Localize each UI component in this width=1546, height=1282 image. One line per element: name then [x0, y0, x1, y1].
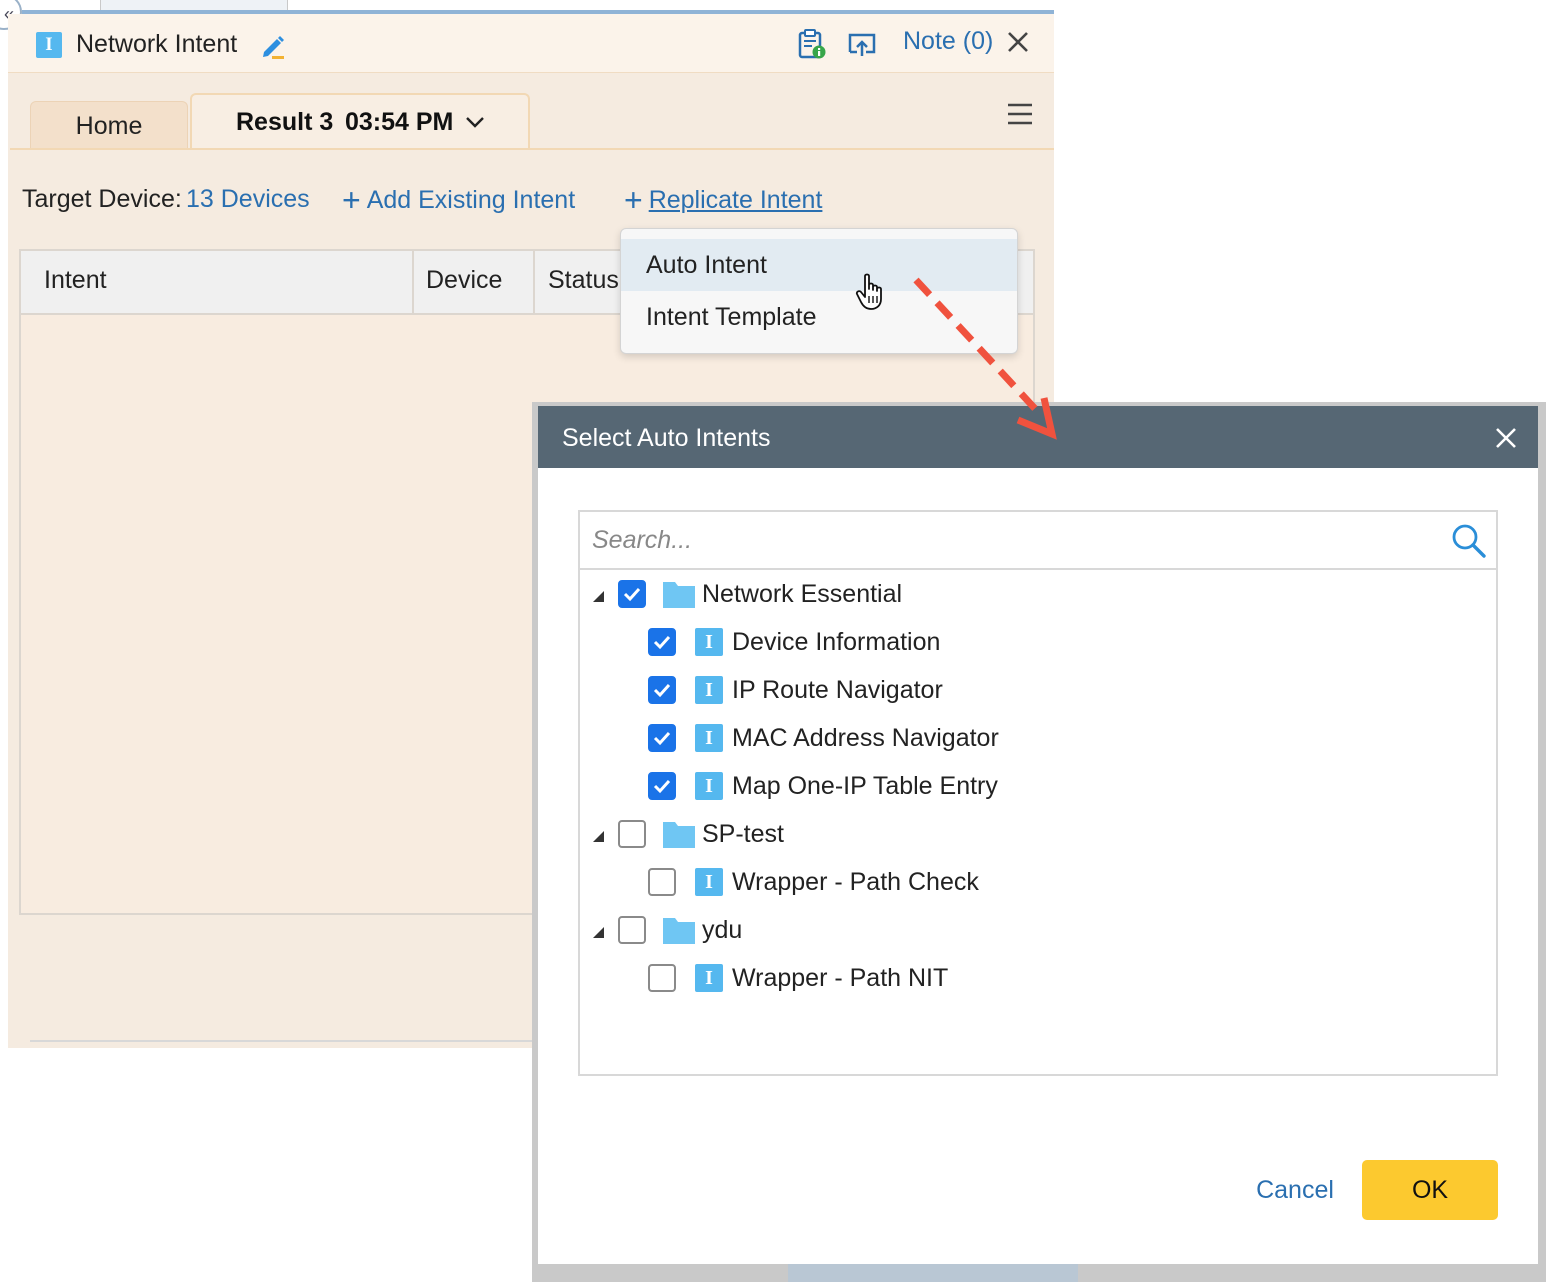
target-device-link[interactable]: 13 Devices — [186, 185, 310, 214]
target-device-label: Target Device: — [22, 185, 182, 213]
column-header-device[interactable]: Device — [426, 266, 502, 295]
checkbox-device-information[interactable] — [648, 628, 676, 656]
tree-item-label[interactable]: Map One-IP Table Entry — [732, 772, 998, 801]
collapse-triangle-icon[interactable] — [591, 829, 605, 843]
column-header-intent[interactable]: Intent — [44, 266, 107, 295]
tabs-underline — [10, 148, 1054, 150]
pencil-edit-icon[interactable] — [258, 30, 288, 60]
note-link[interactable]: Note (0) — [903, 27, 993, 56]
tree-folder-label[interactable]: SP-test — [702, 820, 784, 849]
search-icon[interactable] — [1450, 522, 1488, 560]
replicate-intent-button[interactable]: + Replicate Intent — [624, 182, 823, 218]
close-icon[interactable] — [1492, 424, 1520, 452]
checkbox-ydu[interactable] — [618, 916, 646, 944]
column-divider[interactable] — [412, 251, 414, 313]
ok-button[interactable]: OK — [1362, 1160, 1498, 1220]
tree-item-label[interactable]: MAC Address Navigator — [732, 724, 999, 753]
menu-item-intent-template[interactable]: Intent Template — [646, 303, 816, 332]
tree-item-label[interactable]: Wrapper - Path Check — [732, 868, 979, 897]
tree-item-label[interactable]: IP Route Navigator — [732, 676, 943, 705]
search-input[interactable] — [580, 512, 1440, 568]
tree-item-label[interactable]: Wrapper - Path NIT — [732, 964, 948, 993]
tab-home[interactable]: Home — [30, 101, 188, 148]
document-info-icon[interactable] — [796, 28, 828, 60]
plus-icon: + — [342, 182, 361, 218]
menu-icon[interactable] — [1006, 102, 1034, 126]
tree-folder-label[interactable]: Network Essential — [702, 580, 902, 609]
checkbox-network-essential[interactable] — [618, 580, 646, 608]
checkbox-sp-test[interactable] — [618, 820, 646, 848]
folder-icon — [662, 819, 696, 849]
checkbox-ip-route-navigator[interactable] — [648, 676, 676, 704]
intent-icon: I — [695, 724, 723, 752]
menu-item-auto-intent-label[interactable]: Auto Intent — [646, 251, 767, 280]
share-screen-icon[interactable] — [846, 30, 878, 60]
tab-result-label: Result 3 — [236, 108, 334, 136]
intent-icon: I — [695, 628, 723, 656]
checkbox-mac-address-navigator[interactable] — [648, 724, 676, 752]
tab-result-time: 03:54 PM — [345, 108, 454, 136]
search-divider — [580, 568, 1496, 570]
checkbox-map-one-ip-table-entry[interactable] — [648, 772, 676, 800]
folder-icon — [662, 915, 696, 945]
divider — [30, 1040, 540, 1050]
tree-item-label[interactable]: Device Information — [732, 628, 940, 657]
dialog-title: Select Auto Intents — [562, 424, 771, 452]
intent-icon: I — [695, 868, 723, 896]
intent-icon: I — [695, 676, 723, 704]
column-divider[interactable] — [533, 251, 535, 313]
hand-pointer-icon — [854, 272, 888, 312]
chevron-down-icon[interactable] — [464, 112, 486, 132]
cancel-button[interactable]: Cancel — [1240, 1162, 1350, 1218]
checkbox-wrapper-path-nit[interactable] — [648, 964, 676, 992]
background-strip — [788, 1264, 1078, 1282]
plus-icon: + — [624, 182, 643, 218]
intent-icon: I — [695, 772, 723, 800]
column-header-status[interactable]: Status — [548, 266, 619, 295]
collapse-triangle-icon[interactable] — [591, 589, 605, 603]
app-title: Network Intent — [76, 30, 238, 58]
tree-folder-label[interactable]: ydu — [702, 916, 742, 945]
folder-icon — [662, 579, 696, 609]
dashed-arrow-annotation — [900, 268, 1070, 448]
intent-icon: I — [695, 964, 723, 992]
add-existing-intent-button[interactable]: + Add Existing Intent — [342, 182, 576, 218]
replicate-intent-label: Replicate Intent — [648, 186, 823, 214]
checkbox-wrapper-path-check[interactable] — [648, 868, 676, 896]
add-existing-intent-label: Add Existing Intent — [366, 186, 576, 214]
intent-app-icon: I — [36, 32, 62, 58]
collapse-triangle-icon[interactable] — [591, 925, 605, 939]
close-icon[interactable] — [1004, 28, 1032, 56]
